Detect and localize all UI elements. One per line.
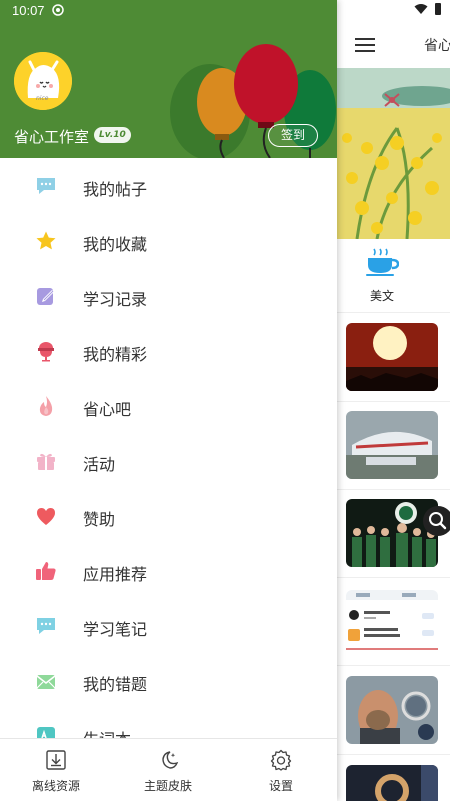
menu-item-label: 赞助: [83, 510, 116, 529]
gift-icon: [37, 453, 55, 470]
bottom-label: 主题皮肤: [143, 779, 192, 793]
edit-note-icon: [37, 288, 54, 305]
avatar[interactable]: nice: [14, 52, 72, 110]
menu-item-label: 省心吧: [83, 400, 132, 419]
flame-icon: [39, 396, 53, 416]
studio-name: 省心工作室: [14, 128, 90, 146]
envelope-icon: [36, 675, 56, 689]
menu-item-my-posts[interactable]: 我的帖子: [0, 158, 337, 213]
level-badge: Lv.10: [94, 127, 131, 143]
menu-item-study-notes[interactable]: 学习笔记: [0, 598, 337, 653]
screen: 省心 美文 10:07 nice 省心工作室 Lv.10 签到 我的帖子 我的收…: [0, 0, 450, 801]
menu-item-label: 我的帖子: [83, 180, 148, 199]
chat-bubble-icon: [37, 178, 55, 194]
moon-icon: [162, 751, 179, 769]
menu-item-label: 我的错题: [83, 675, 148, 694]
bottom-label: 设置: [268, 779, 293, 793]
menu-item-app-recommend[interactable]: 应用推荐: [0, 543, 337, 598]
download-icon: [46, 750, 66, 770]
drawer-bottom-bar: 离线资源 主题皮肤 设置: [0, 738, 337, 801]
menu-item-label: 生词本: [83, 726, 131, 738]
status-time: 10:07: [12, 3, 45, 18]
menu-item-shengxin-bar[interactable]: 省心吧: [0, 378, 337, 433]
menu-item-label: 我的收藏: [83, 235, 148, 254]
thumbs-up-icon: [36, 562, 56, 580]
notification-icon: [52, 4, 64, 16]
drawer-header: 10:07 nice 省心工作室 Lv.10 签到: [0, 0, 337, 158]
mascot-avatar-icon: nice: [14, 52, 72, 110]
menu-item-vocabulary-book[interactable]: 生词本: [0, 708, 337, 738]
bottom-label: 离线资源: [31, 779, 80, 793]
menu-item-events[interactable]: 活动: [0, 433, 337, 488]
menu-item-my-favorites[interactable]: 我的收藏: [0, 213, 337, 268]
menu-item-study-record[interactable]: 学习记录: [0, 268, 337, 323]
drawer-scrim[interactable]: [337, 0, 450, 801]
menu-item-label: 学习记录: [83, 290, 148, 309]
menu-item-label: 应用推荐: [83, 565, 148, 584]
note-bubble-icon: [37, 618, 55, 634]
microphone-icon: [38, 342, 54, 362]
menu-item-sponsor[interactable]: 赞助: [0, 488, 337, 543]
vocabulary-book-icon: [37, 727, 55, 738]
offline-resources-button[interactable]: 离线资源: [0, 739, 112, 801]
menu-item-label: 我的精彩: [83, 345, 148, 364]
svg-text:nice: nice: [36, 95, 49, 102]
menu-item-my-mistakes[interactable]: 我的错题: [0, 653, 337, 708]
menu-item-my-highlights[interactable]: 我的精彩: [0, 323, 337, 378]
settings-button[interactable]: 设置: [225, 739, 337, 801]
theme-skin-button[interactable]: 主题皮肤: [112, 739, 224, 801]
drawer-menu: 我的帖子 我的收藏 学习记录 我的精彩 省心吧 活动 赞助 应用推荐 学习笔记 …: [0, 158, 337, 738]
gear-icon: [270, 749, 292, 771]
star-icon: [36, 231, 56, 250]
menu-item-label: 学习笔记: [83, 620, 148, 639]
navigation-drawer: 10:07 nice 省心工作室 Lv.10 签到 我的帖子 我的收藏 学习记录…: [0, 0, 337, 801]
heart-icon: [37, 508, 55, 525]
menu-item-label: 活动: [83, 455, 116, 474]
signin-button[interactable]: 签到: [268, 124, 318, 147]
